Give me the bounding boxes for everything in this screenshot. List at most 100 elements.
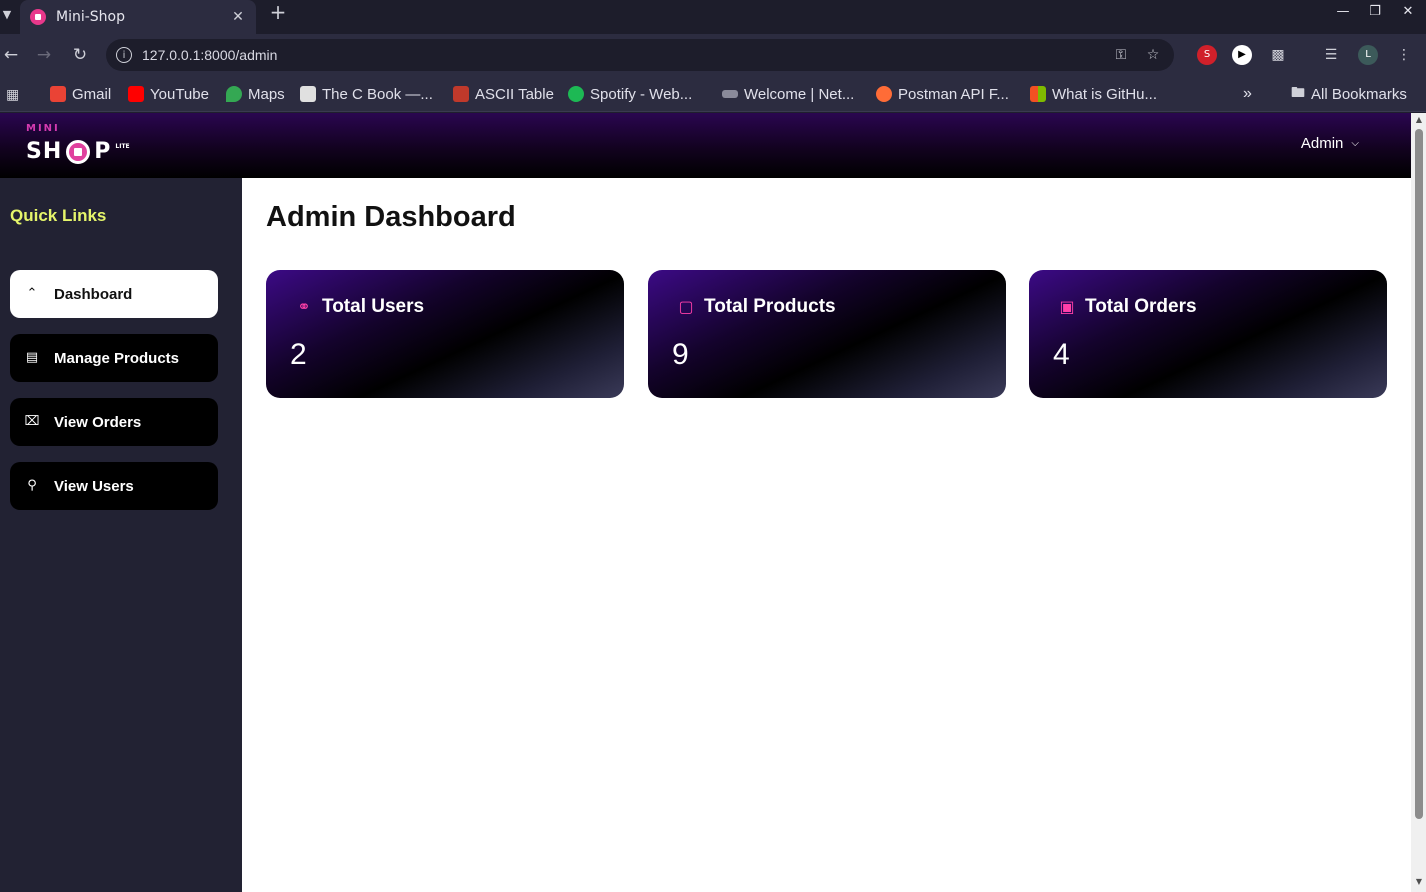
bookmark-label: What is GitHu... [1052, 85, 1158, 103]
media-control-icon[interactable]: ☰ [1321, 45, 1341, 65]
bookmark-ascii-table[interactable]: ASCII Table [453, 82, 554, 106]
close-tab-icon[interactable]: ✕ [230, 9, 246, 25]
stat-card-total-products: ▢ Total Products 9 [648, 270, 1006, 398]
sidebar-item-manage-products[interactable]: ▤ Manage Products [10, 334, 218, 382]
chevron-down-icon: ⌵ [1351, 138, 1359, 149]
microsoft-icon [1030, 86, 1046, 102]
bookmark-github-microsoft[interactable]: What is GitHu... [1030, 82, 1157, 106]
scrollbar-thumb[interactable] [1415, 129, 1423, 819]
tab-search-chevron-icon[interactable]: ▼ [0, 4, 14, 24]
bookmark-spotify[interactable]: Spotify - Web... [568, 82, 692, 106]
browser-menu-icon[interactable]: ⋮ [1394, 45, 1414, 65]
scroll-down-icon[interactable]: ▼ [1414, 877, 1424, 886]
c-book-icon [300, 86, 316, 102]
users-icon: ⚭ [297, 297, 311, 316]
bookmark-label: Maps [248, 85, 285, 103]
more-bookmarks-icon[interactable]: » [1243, 82, 1252, 106]
products-icon: ▤ [25, 350, 39, 365]
all-bookmarks[interactable]: 🖿 All Bookmarks [1291, 82, 1407, 106]
admin-dropdown[interactable]: Admin ⌵ [1301, 135, 1359, 152]
bookmark-gmail[interactable]: Gmail [50, 82, 111, 106]
bookmark-label: YouTube [150, 85, 209, 103]
sidebar-item-dashboard[interactable]: ⌃ Dashboard [10, 270, 218, 318]
orders-icon: ⌧ [24, 414, 40, 429]
stat-card-total-users: ⚭ Total Users 2 [266, 270, 624, 398]
browser-tab[interactable]: Mini-Shop ✕ [20, 0, 256, 34]
bookmark-c-book[interactable]: The C Book —... [300, 82, 433, 106]
gmail-icon [50, 86, 66, 102]
bookmark-label: Gmail [72, 85, 112, 103]
ascii-table-icon [453, 86, 469, 102]
all-bookmarks-label: All Bookmarks [1311, 85, 1407, 103]
bookmark-postman[interactable]: Postman API F... [876, 82, 1009, 106]
logo-bag-icon [66, 139, 91, 164]
apps-grid-icon[interactable]: ▦ [6, 82, 19, 106]
sidebar-item-label: View Orders [54, 413, 142, 431]
logo-mini-text: MINI [26, 123, 60, 134]
bookmark-youtube[interactable]: YouTube [128, 82, 209, 106]
bag-icon: ▢ [678, 297, 694, 316]
browser-toolbar: ← → ↻ i 127.0.0.1:8000/admin ⚿ ☆ S ▶ ▩ ☰… [0, 34, 1426, 76]
bookmark-label: The C Book —... [322, 85, 433, 103]
url-text[interactable]: 127.0.0.1:8000/admin [142, 47, 1110, 63]
sidebar-item-view-orders[interactable]: ⌧ View Orders [10, 398, 218, 446]
extensions-puzzle-icon[interactable]: ▩ [1268, 45, 1288, 65]
minimize-icon[interactable]: — [1333, 4, 1353, 22]
bookmark-cisco[interactable]: Welcome | Net... [722, 82, 854, 106]
bookmark-star-icon[interactable]: ☆ [1142, 44, 1164, 66]
extension-shield-icon[interactable]: S [1197, 45, 1217, 65]
extension-play-icon[interactable]: ▶ [1232, 45, 1252, 65]
card-title: Total Users [322, 296, 425, 317]
site-info-icon[interactable]: i [116, 47, 132, 63]
restore-icon[interactable]: ❐ [1365, 4, 1385, 22]
reload-icon[interactable]: ↻ [69, 44, 91, 66]
card-title: Total Products [704, 296, 836, 317]
sidebar: Quick Links ⌃ Dashboard ▤ Manage Product… [0, 178, 242, 892]
logo-p-text: P [94, 139, 112, 164]
card-title: Total Orders [1085, 296, 1197, 317]
bookmark-label: Welcome | Net... [744, 85, 855, 103]
bookmarks-bar: ▦ Gmail YouTube Maps The C Book —... ASC… [0, 76, 1426, 112]
bookmark-label: ASCII Table [475, 85, 554, 103]
postman-icon [876, 86, 892, 102]
users-icon: ⚲ [27, 478, 37, 493]
folder-icon: 🖿 [1291, 84, 1305, 100]
sidebar-item-view-users[interactable]: ⚲ View Users [10, 462, 218, 510]
dashboard-icon: ⌃ [26, 286, 38, 301]
sidebar-item-label: Dashboard [54, 285, 133, 303]
sidebar-item-label: Manage Products [54, 349, 180, 367]
youtube-icon [128, 86, 144, 102]
browser-tab-bar: ▼ Mini-Shop ✕ + — ❐ ✕ [0, 0, 1426, 34]
close-window-icon[interactable]: ✕ [1398, 4, 1418, 22]
back-icon[interactable]: ← [0, 44, 22, 66]
address-bar[interactable]: i 127.0.0.1:8000/admin ⚿ ☆ [106, 39, 1174, 71]
spotify-icon [568, 86, 584, 102]
bookmark-label: Postman API F... [898, 85, 1009, 103]
cisco-icon [722, 90, 738, 98]
card-value: 9 [672, 338, 689, 371]
bookmark-label: Spotify - Web... [590, 85, 693, 103]
logo-sh-text: SH [26, 139, 63, 164]
new-tab-icon[interactable]: + [268, 2, 288, 22]
scroll-up-icon[interactable]: ▲ [1414, 115, 1424, 124]
stat-card-total-orders: ▣ Total Orders 4 [1029, 270, 1387, 398]
password-key-icon[interactable]: ⚿ [1110, 44, 1132, 66]
forward-icon[interactable]: → [33, 44, 55, 66]
page-scrollbar[interactable]: ▲ ▼ [1411, 113, 1426, 892]
page-title: Admin Dashboard [266, 201, 516, 233]
tab-title: Mini-Shop [56, 9, 125, 25]
bookmark-maps[interactable]: Maps [226, 82, 285, 106]
orders-icon: ▣ [1059, 297, 1075, 316]
web-page: MINI SH P LITE Admin ⌵ Quick Links ⌃ Das… [0, 113, 1411, 892]
sidebar-item-label: View Users [54, 477, 134, 495]
quick-links-title: Quick Links [10, 206, 107, 225]
card-value: 2 [290, 338, 307, 371]
logo[interactable]: SH P LITE [26, 139, 130, 164]
profile-avatar[interactable]: L [1358, 45, 1378, 65]
logo-lite-text: LITE [115, 143, 130, 150]
site-header: MINI SH P LITE Admin ⌵ [0, 113, 1411, 178]
admin-label: Admin [1300, 135, 1344, 152]
tab-favicon-icon [30, 9, 46, 25]
card-value: 4 [1053, 338, 1070, 371]
maps-icon [226, 86, 242, 102]
